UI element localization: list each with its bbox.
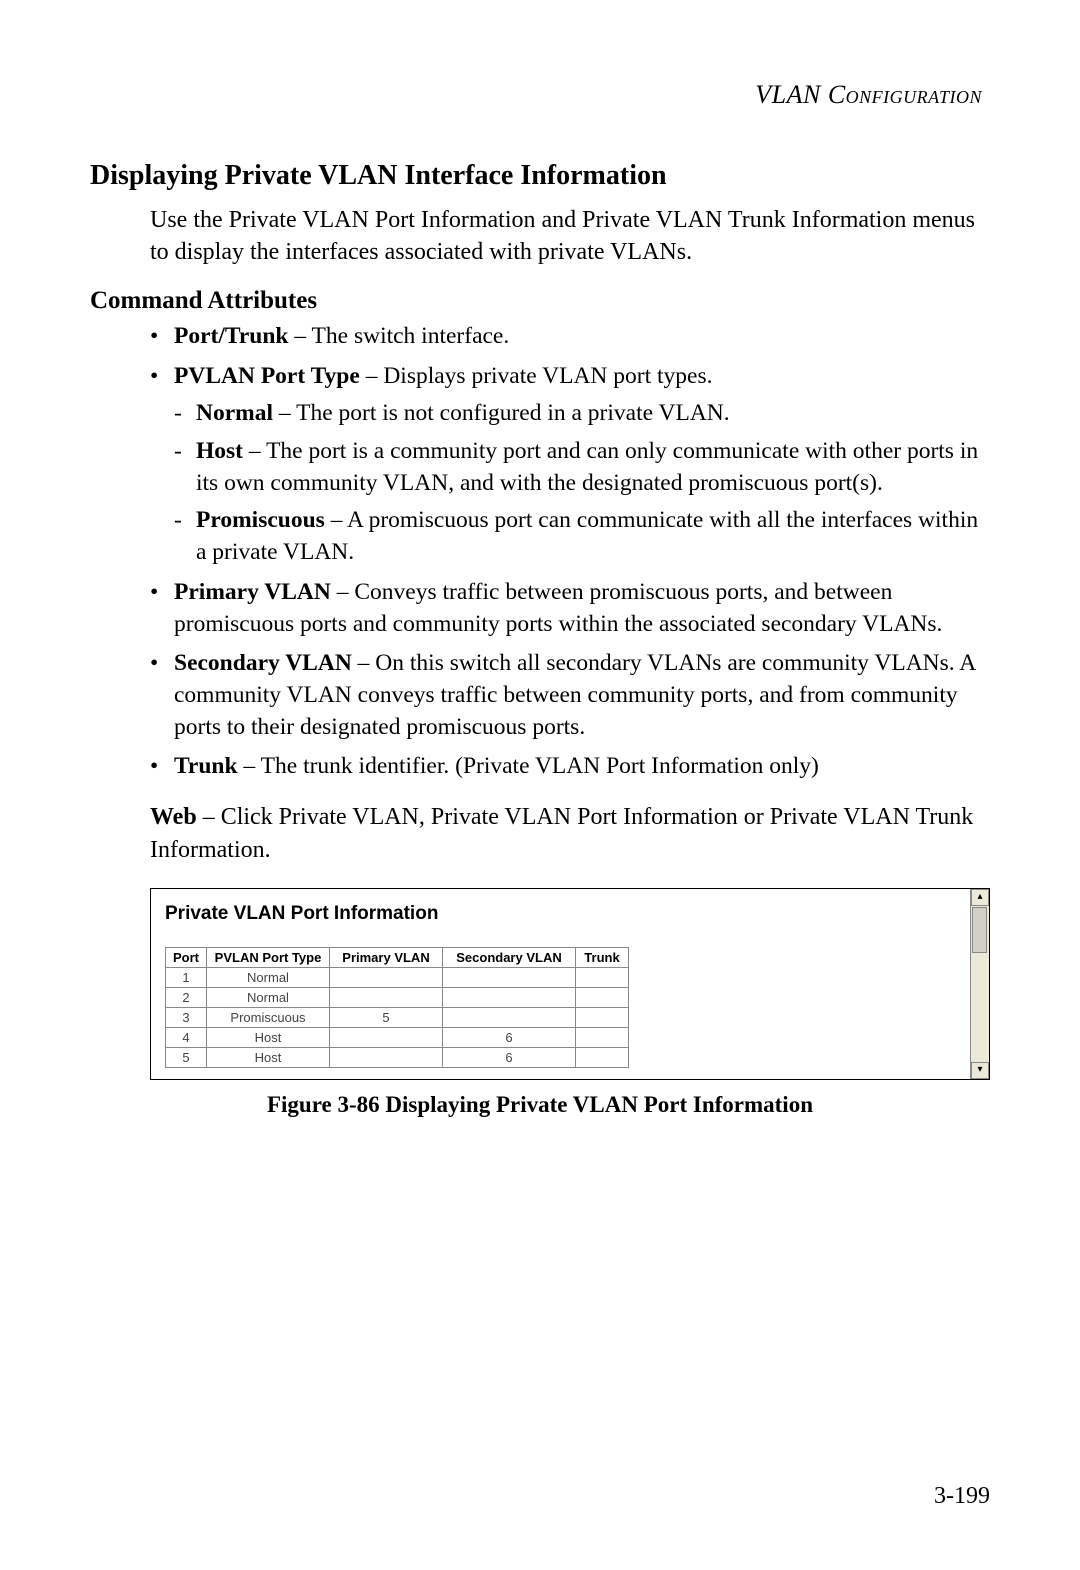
scroll-thumb[interactable]	[972, 907, 987, 953]
subattr-normal: Normal – The port is not configured in a…	[174, 398, 990, 430]
term-promiscuous: Promiscuous	[196, 507, 325, 533]
cell-type: Promiscuous	[207, 1007, 330, 1027]
scrollbar[interactable]: ▴ ▾	[970, 889, 989, 1079]
panel-title: Private VLAN Port Information	[165, 903, 975, 925]
cell-secondary: 6	[443, 1047, 576, 1067]
figure-caption: Figure 3-86 Displaying Private VLAN Port…	[90, 1092, 990, 1118]
cell-primary	[330, 1027, 443, 1047]
desc-trunk: – The trunk identifier. (Private VLAN Po…	[238, 753, 819, 779]
cell-type: Host	[207, 1047, 330, 1067]
cell-trunk	[576, 967, 629, 987]
cell-port: 3	[166, 1007, 207, 1027]
running-head: VLAN Configuration	[90, 80, 990, 110]
cell-type: Normal	[207, 967, 330, 987]
cell-primary: 5	[330, 1007, 443, 1027]
table-row: 5 Host 6	[166, 1047, 629, 1067]
table-row: 3 Promiscuous 5	[166, 1007, 629, 1027]
command-attributes-heading: Command Attributes	[90, 287, 990, 315]
web-lead: Web	[150, 804, 197, 830]
desc-port-trunk: – The switch interface.	[288, 323, 509, 349]
cell-primary	[330, 1047, 443, 1067]
th-trunk: Trunk	[576, 947, 629, 967]
cell-port: 5	[166, 1047, 207, 1067]
intro-paragraph: Use the Private VLAN Port Information an…	[150, 204, 990, 269]
scroll-up-icon[interactable]: ▴	[971, 889, 989, 906]
attr-primary-vlan: Primary VLAN – Conveys traffic between p…	[150, 577, 990, 640]
term-host: Host	[196, 438, 243, 464]
cell-trunk	[576, 1027, 629, 1047]
cell-port: 2	[166, 987, 207, 1007]
cell-type: Normal	[207, 987, 330, 1007]
screenshot-panel: Private VLAN Port Information Port PVLAN…	[150, 888, 990, 1080]
cell-secondary	[443, 987, 576, 1007]
page-number: 3-199	[934, 1483, 990, 1510]
desc-normal: – The port is not configured in a privat…	[273, 400, 730, 426]
cell-primary	[330, 987, 443, 1007]
cell-port: 1	[166, 967, 207, 987]
cell-trunk	[576, 987, 629, 1007]
cell-primary	[330, 967, 443, 987]
web-desc: – Click Private VLAN, Private VLAN Port …	[150, 804, 973, 862]
screenshot-inner: Private VLAN Port Information Port PVLAN…	[151, 889, 989, 1068]
th-secondary: Secondary VLAN	[443, 947, 576, 967]
table-row: 1 Normal	[166, 967, 629, 987]
term-normal: Normal	[196, 400, 273, 426]
cell-type: Host	[207, 1027, 330, 1047]
attr-pvlan-port-type: PVLAN Port Type – Displays private VLAN …	[150, 361, 990, 569]
page: VLAN Configuration Displaying Private VL…	[0, 0, 1080, 1570]
cell-secondary	[443, 1007, 576, 1027]
table-header-row: Port PVLAN Port Type Primary VLAN Second…	[166, 947, 629, 967]
term-primary-vlan: Primary VLAN	[174, 579, 331, 605]
attr-trunk: Trunk – The trunk identifier. (Private V…	[150, 751, 990, 783]
th-port: Port	[166, 947, 207, 967]
cell-secondary: 6	[443, 1027, 576, 1047]
term-trunk: Trunk	[174, 753, 238, 779]
pvlan-table: Port PVLAN Port Type Primary VLAN Second…	[165, 947, 629, 1068]
cell-port: 4	[166, 1027, 207, 1047]
term-pvlan-port-type: PVLAN Port Type	[174, 363, 360, 389]
table-row: 4 Host 6	[166, 1027, 629, 1047]
section-heading: Displaying Private VLAN Interface Inform…	[90, 160, 990, 192]
attr-port-trunk: Port/Trunk – The switch interface.	[150, 321, 990, 353]
table-row: 2 Normal	[166, 987, 629, 1007]
subattr-host: Host – The port is a community port and …	[174, 436, 990, 499]
th-type: PVLAN Port Type	[207, 947, 330, 967]
web-paragraph: Web – Click Private VLAN, Private VLAN P…	[150, 801, 990, 866]
cell-trunk	[576, 1007, 629, 1027]
desc-host: – The port is a community port and can o…	[196, 438, 978, 496]
term-secondary-vlan: Secondary VLAN	[174, 650, 352, 676]
attr-secondary-vlan: Secondary VLAN – On this switch all seco…	[150, 648, 990, 743]
term-port-trunk: Port/Trunk	[174, 323, 288, 349]
cell-trunk	[576, 1047, 629, 1067]
attributes-list: Port/Trunk – The switch interface. PVLAN…	[150, 321, 990, 783]
pvlan-subtypes-list: Normal – The port is not configured in a…	[174, 398, 990, 569]
cell-secondary	[443, 967, 576, 987]
desc-pvlan-port-type: – Displays private VLAN port types.	[360, 363, 713, 389]
scroll-down-icon[interactable]: ▾	[971, 1062, 989, 1079]
subattr-promiscuous: Promiscuous – A promiscuous port can com…	[174, 505, 990, 568]
th-primary: Primary VLAN	[330, 947, 443, 967]
